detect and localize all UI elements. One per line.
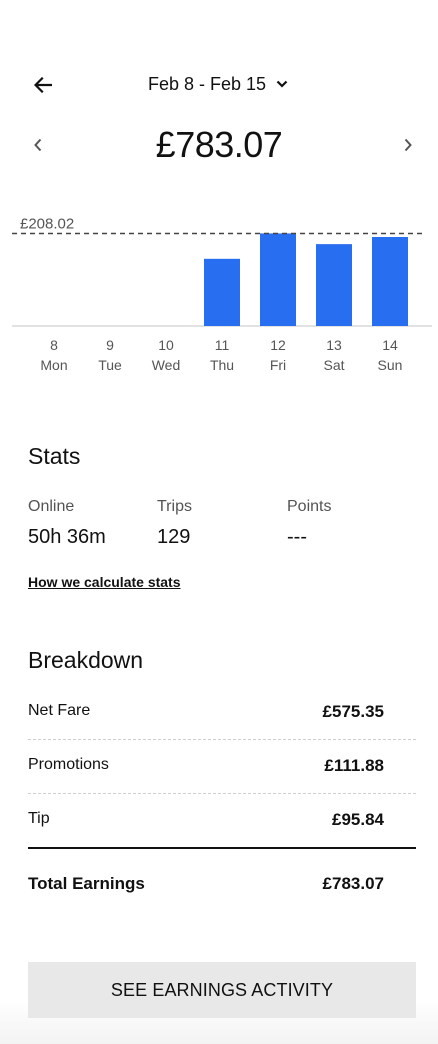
chevron-down-icon: [276, 80, 288, 88]
chart-tick-label-day: Fri: [270, 357, 286, 373]
chart-bar: [260, 233, 296, 326]
total-earnings-label: Total Earnings: [28, 874, 145, 893]
chart-tick-label-date: 9: [106, 337, 114, 353]
total-divider: [28, 847, 416, 849]
chart-tick-label-date: 13: [326, 337, 342, 353]
breakdown-row-label: Tip: [28, 810, 50, 827]
total-earnings-value: £783.07: [322, 874, 384, 893]
stat-online-label: Online: [28, 498, 75, 515]
breakdown-row-value: £575.35: [322, 702, 384, 721]
stat-trips-label: Trips: [157, 498, 192, 515]
chart-bar: [316, 244, 352, 326]
chart-tick-label-date: 8: [50, 337, 58, 353]
breakdown-row-promotions: Promotions £111.88: [28, 746, 416, 786]
chart-tick-label-day: Thu: [210, 357, 234, 373]
breakdown-row-label: Promotions: [28, 756, 109, 773]
breakdown-row-net-fare: Net Fare £575.35: [28, 692, 416, 732]
breakdown-title: Breakdown: [28, 647, 144, 673]
chart-reference-label: £208.02: [20, 215, 74, 232]
chart-tick-label-day: Mon: [40, 357, 67, 373]
stat-trips-value: 129: [157, 526, 191, 548]
chart-tick-label-day: Sat: [323, 357, 344, 373]
chart-tick-label-day: Wed: [152, 357, 181, 373]
earnings-page: Feb 8 - Feb 15 £783.07 £208.02 8 Mon 9 Tue 10…: [0, 0, 438, 1044]
stat-online: Online 50h 36m: [28, 498, 106, 549]
stat-points: Points ---: [287, 498, 331, 549]
chart-tick-label-date: 14: [382, 337, 398, 353]
row-divider: [28, 793, 416, 794]
breakdown-row-value: £95.84: [332, 810, 384, 829]
stat-online-value: 50h 36m: [28, 526, 106, 548]
chart-bar: [372, 237, 408, 326]
chart-tick-label-date: 10: [158, 337, 174, 353]
row-divider: [28, 739, 416, 740]
chart-bar: [204, 258, 240, 326]
how-we-calculate-stats-link[interactable]: How we calculate stats: [28, 574, 181, 590]
breakdown-row-value: £111.88: [324, 756, 384, 775]
daily-earnings-chart: £208.02 8 Mon 9 Tue 10 Wed 11 Thu 12 Fri 13 Sat 14 Sun: [12, 215, 432, 373]
chart-tick-label-day: Tue: [98, 357, 122, 373]
stat-points-value: ---: [287, 526, 307, 548]
chart-tick-label-date: 12: [270, 337, 286, 353]
stat-points-label: Points: [287, 498, 332, 515]
date-range-selector[interactable]: Feb 8 - Feb 15: [148, 72, 288, 96]
see-earnings-activity-button[interactable]: SEE EARNINGS ACTIVITY: [28, 962, 416, 1018]
arrow-left-icon: [34, 77, 52, 93]
total-earnings-amount: £783.07: [155, 124, 283, 165]
breakdown-row-tip: Tip £95.84: [28, 800, 416, 840]
chart-tick-label-date: 11: [215, 337, 230, 353]
breakdown-row-label: Net Fare: [28, 702, 91, 719]
stats-title: Stats: [28, 443, 81, 469]
chart-tick-label-day: Sun: [378, 357, 403, 373]
back-button[interactable]: [28, 70, 58, 100]
chevron-right-icon: [404, 138, 412, 152]
date-range-label: Feb 8 - Feb 15: [148, 73, 267, 94]
breakdown-row-total: Total Earnings £783.07: [28, 864, 416, 904]
next-week-button[interactable]: [396, 130, 420, 160]
stat-trips: Trips 129: [157, 498, 192, 549]
